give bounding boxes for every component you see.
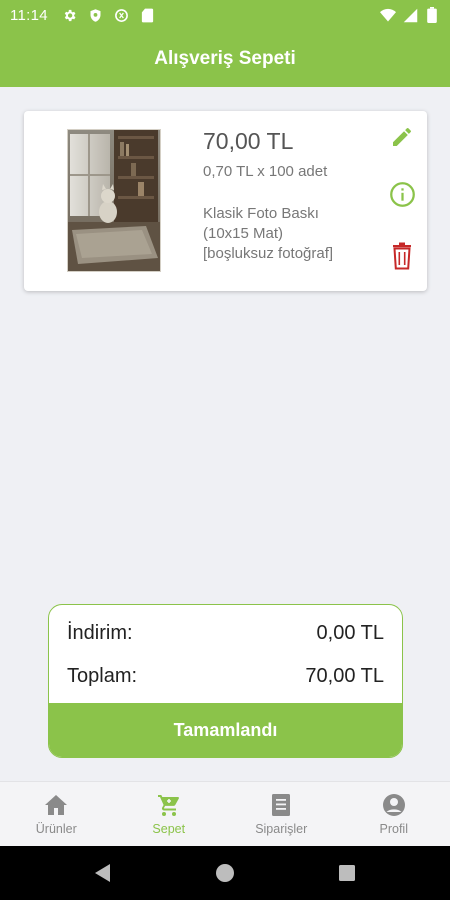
cart-icon — [156, 792, 182, 818]
item-description: Klasik Foto Baskı (10x15 Mat) [boşluksuz… — [203, 204, 378, 264]
nav-label: Sepet — [152, 822, 186, 836]
orders-icon — [268, 792, 294, 818]
delete-icon — [393, 242, 411, 270]
back-button[interactable] — [88, 858, 118, 888]
nav-label: Siparişler — [255, 822, 308, 836]
item-description-line: (10x15 Mat) — [203, 225, 284, 242]
home-icon — [43, 792, 69, 818]
item-description-line: [boşluksuz fotoğraf] — [203, 245, 334, 262]
item-quantity: 0,70 TL x 100 adet — [203, 163, 328, 180]
discount-row: İndirim: 0,00 TL — [67, 622, 384, 645]
info-button[interactable] — [387, 179, 417, 209]
status-bar: 11:14 — [0, 0, 450, 30]
home-button[interactable] — [210, 858, 240, 888]
nav-item-cart[interactable]: Sepet — [113, 782, 226, 846]
nav-item-profile[interactable]: Profil — [338, 782, 450, 846]
nav-label: Ürünler — [35, 822, 77, 836]
total-value: 70,00 TL — [305, 665, 384, 687]
total-row: Toplam: 70,00 TL — [67, 665, 384, 688]
product-photo[interactable] — [67, 129, 161, 272]
recents-button[interactable] — [332, 858, 362, 888]
sd-card-icon — [140, 7, 156, 23]
home-circle-icon — [216, 864, 234, 882]
wifi-icon — [380, 7, 396, 23]
discount-value: 0,00 TL — [316, 622, 384, 644]
cart-item-card: 70,00 TL 0,70 TL x 100 adet Klasik Foto … — [24, 111, 427, 291]
gear-icon — [62, 7, 78, 23]
total-label: Toplam: — [67, 665, 138, 687]
nav-item-products[interactable]: Ürünler — [0, 782, 113, 846]
nav-label: Profil — [379, 822, 408, 836]
back-icon — [95, 864, 110, 882]
data-saver-icon — [114, 7, 130, 23]
delete-button[interactable] — [387, 241, 417, 271]
info-icon — [389, 181, 415, 207]
battery-icon — [424, 7, 440, 23]
item-price: 70,00 TL — [203, 128, 294, 154]
signal-icon — [402, 7, 418, 23]
nav-item-orders[interactable]: Siparişler — [225, 782, 338, 846]
profile-icon — [381, 792, 407, 818]
edit-button[interactable] — [387, 122, 417, 152]
page-title: Alışveriş Sepeti — [154, 47, 296, 69]
item-description-line: Klasik Foto Baskı — [203, 205, 319, 222]
bottom-nav: Ürünler Sepet Siparişler Profil — [0, 781, 450, 846]
system-nav-bar — [0, 846, 450, 900]
discount-label: İndirim: — [67, 622, 133, 644]
complete-button[interactable]: Tamamlandı — [49, 703, 402, 757]
cart-summary: İndirim: 0,00 TL Toplam: 70,00 TL Tamaml… — [48, 604, 403, 758]
status-time: 11:14 — [10, 6, 48, 24]
recents-icon — [339, 865, 355, 881]
app-bar: Alışveriş Sepeti — [0, 30, 450, 87]
edit-icon — [393, 127, 411, 146]
shield-icon — [88, 7, 104, 23]
